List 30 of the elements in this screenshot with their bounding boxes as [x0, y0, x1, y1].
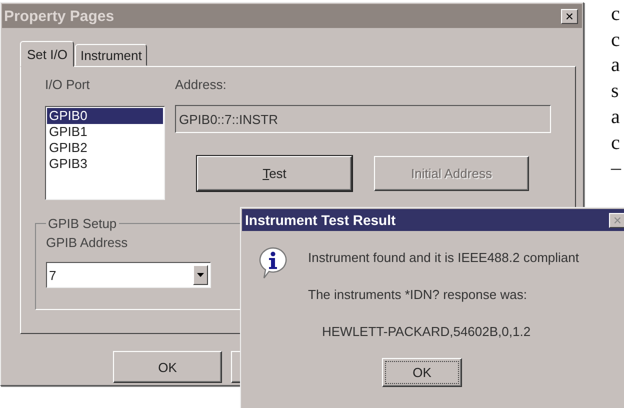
port-item[interactable]: GPIB3	[47, 156, 163, 172]
margin-text: –	[611, 156, 621, 182]
margin-text: a	[611, 53, 621, 78]
ok-button[interactable]: OK	[113, 351, 222, 383]
io-port-label: I/O Port	[45, 77, 91, 92]
message-text: HEWLETT-PACKARD,54602B,0,1.2	[321, 323, 531, 340]
port-item[interactable]: GPIB0	[47, 108, 163, 124]
margin-text: c	[611, 2, 621, 27]
message-text: Instrument found and it is IEEE488.2 compliant	[308, 249, 579, 266]
port-item[interactable]: GPIB2	[47, 140, 163, 156]
address-label: Address:	[175, 77, 228, 92]
margin-text: s	[611, 79, 620, 104]
ok-button[interactable]: OK	[382, 358, 462, 387]
message-text: The instruments *IDN? response was:	[308, 286, 527, 303]
close-button[interactable]: ×	[561, 8, 578, 24]
port-item[interactable]: GPIB1	[47, 124, 163, 140]
gpib-address-dropdown[interactable]: 7	[46, 262, 211, 288]
dropdown-arrow-icon	[197, 273, 204, 277]
group-title: GPIB Setup	[47, 216, 118, 231]
dialog-title: Instrument Test Result	[245, 212, 396, 228]
tab[interactable]: Instrument	[75, 44, 147, 66]
info-icon	[258, 246, 288, 280]
address-field[interactable]: GPIB0::7::INSTR	[175, 105, 551, 133]
tab[interactable]: Set I/O	[20, 41, 74, 67]
margin-text: c	[611, 130, 621, 156]
margin-text: a	[611, 104, 621, 130]
gpib-address-label: GPIB Address	[46, 235, 129, 250]
window-title: Property Pages	[4, 8, 114, 24]
margin-text: c	[611, 28, 621, 53]
test-button[interactable]: Test	[197, 156, 352, 191]
